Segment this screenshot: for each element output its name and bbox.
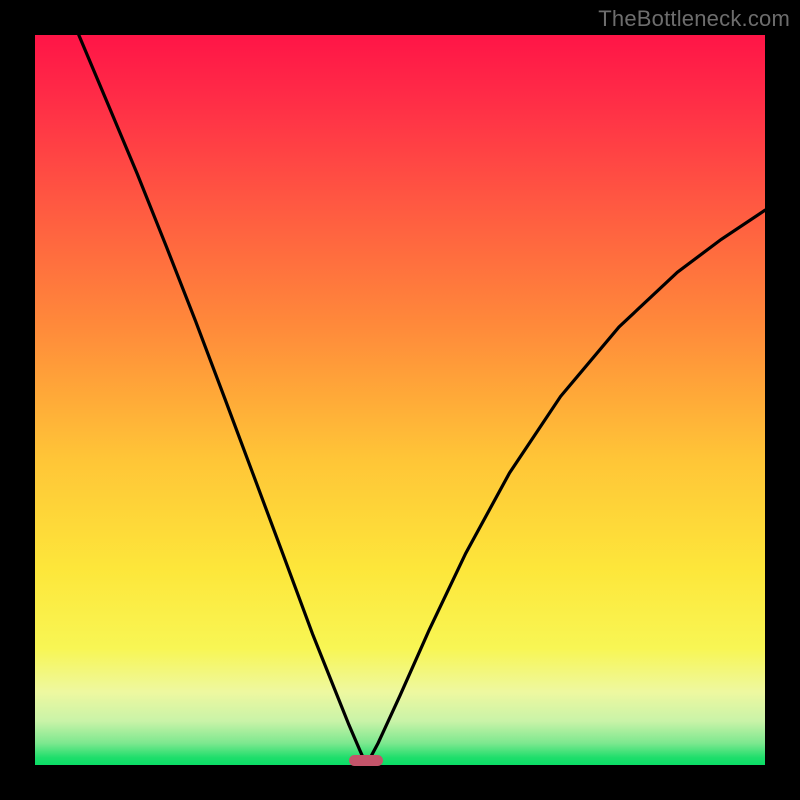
curve-left-branch [79,35,367,765]
watermark-label: TheBottleneck.com [598,6,790,32]
minimum-marker [349,755,383,766]
chart-frame: TheBottleneck.com [0,0,800,800]
curve-right-branch [366,210,765,765]
bottleneck-curve [35,35,765,765]
plot-area [35,35,765,765]
